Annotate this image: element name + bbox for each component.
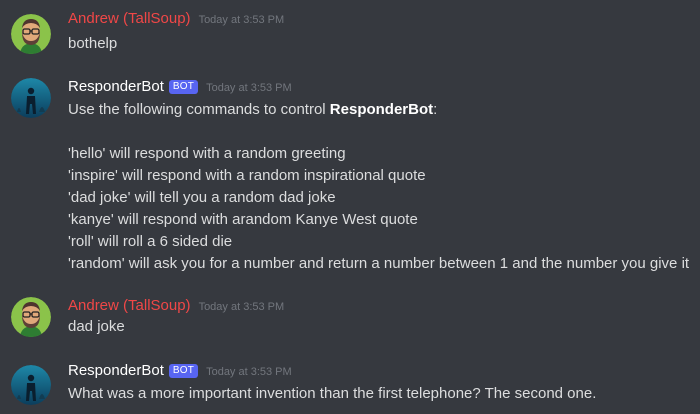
message-text: bothelp [68,35,118,52]
message-text: What was a more important invention than… [68,385,597,402]
intro-text: Use the following commands to control [68,101,330,118]
message-content: Use the following commands to control Re… [68,99,696,275]
command-line: 'random' will ask you for a number and r… [68,255,690,272]
command-line: 'kanye' will respond with arandom Kanye … [68,211,418,228]
timestamp: Today at 3:53 PM [206,366,292,378]
bot-avatar[interactable] [11,365,51,405]
user-avatar[interactable] [11,297,51,337]
chat-log: Andrew (TallSoup) Today at 3:53 PM bothe… [0,0,700,414]
timestamp: Today at 3:53 PM [198,301,285,313]
bot-avatar[interactable] [11,78,51,118]
command-line: 'roll' will roll a 6 sided die [68,233,233,250]
command-line: 'inspire' will respond with a random ins… [68,167,426,184]
message-header: Andrew (TallSoup) Today at 3:53 PM [68,296,284,316]
message-header: ResponderBot BOT Today at 3:53 PM [68,361,292,381]
user-avatar[interactable] [11,14,51,54]
message-content: dad joke [68,316,696,338]
timestamp: Today at 3:53 PM [198,14,285,26]
bot-badge: BOT [168,80,199,94]
author-name[interactable]: ResponderBot [68,77,164,97]
message-content: What was a more important invention than… [68,383,696,405]
author-name[interactable]: ResponderBot [68,361,164,381]
message-header: Andrew (TallSoup) Today at 3:53 PM [68,9,284,29]
command-line: 'hello' will respond with a random greet… [68,145,346,162]
bot-badge: BOT [168,364,199,378]
author-name[interactable]: Andrew (TallSoup) [68,296,191,316]
command-line: 'dad joke' will tell you a random dad jo… [68,189,336,206]
intro-suffix: : [433,101,438,118]
message-header: ResponderBot BOT Today at 3:53 PM [68,77,292,97]
author-name[interactable]: Andrew (TallSoup) [68,9,191,29]
bot-name-bold: ResponderBot [329,101,434,118]
message-content: bothelp [68,33,696,55]
message-text: dad joke [68,318,125,335]
timestamp: Today at 3:53 PM [206,82,292,94]
message-text: Use the following commands to control Re… [68,99,696,121]
